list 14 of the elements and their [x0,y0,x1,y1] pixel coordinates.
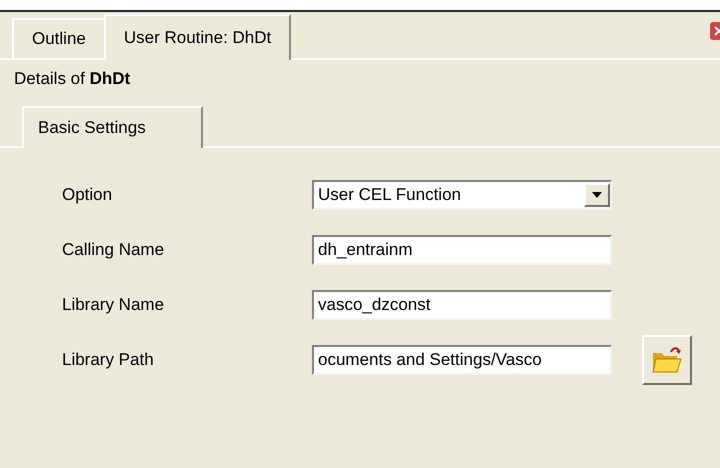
text-field[interactable]: ocuments and Settings/Vasco [312,345,612,375]
browse-folder-button[interactable] [642,335,692,385]
field-label: Option [62,184,114,206]
option-dropdown[interactable]: User CEL Function [312,180,612,210]
text-field[interactable]: vasco_dzconst [312,290,612,320]
tab[interactable]: Basic Settings [22,106,203,148]
details-heading: Details of DhDt [14,69,130,88]
field-label: Calling Name [62,239,166,262]
tab[interactable]: Outline [12,18,104,58]
field-label: Library Path [62,349,155,372]
field-label: Library Name [62,294,166,316]
folder-icon [651,345,683,375]
text-field[interactable]: dh_entrainm [312,235,612,265]
tab[interactable]: User Routine: DhDt [104,14,292,60]
